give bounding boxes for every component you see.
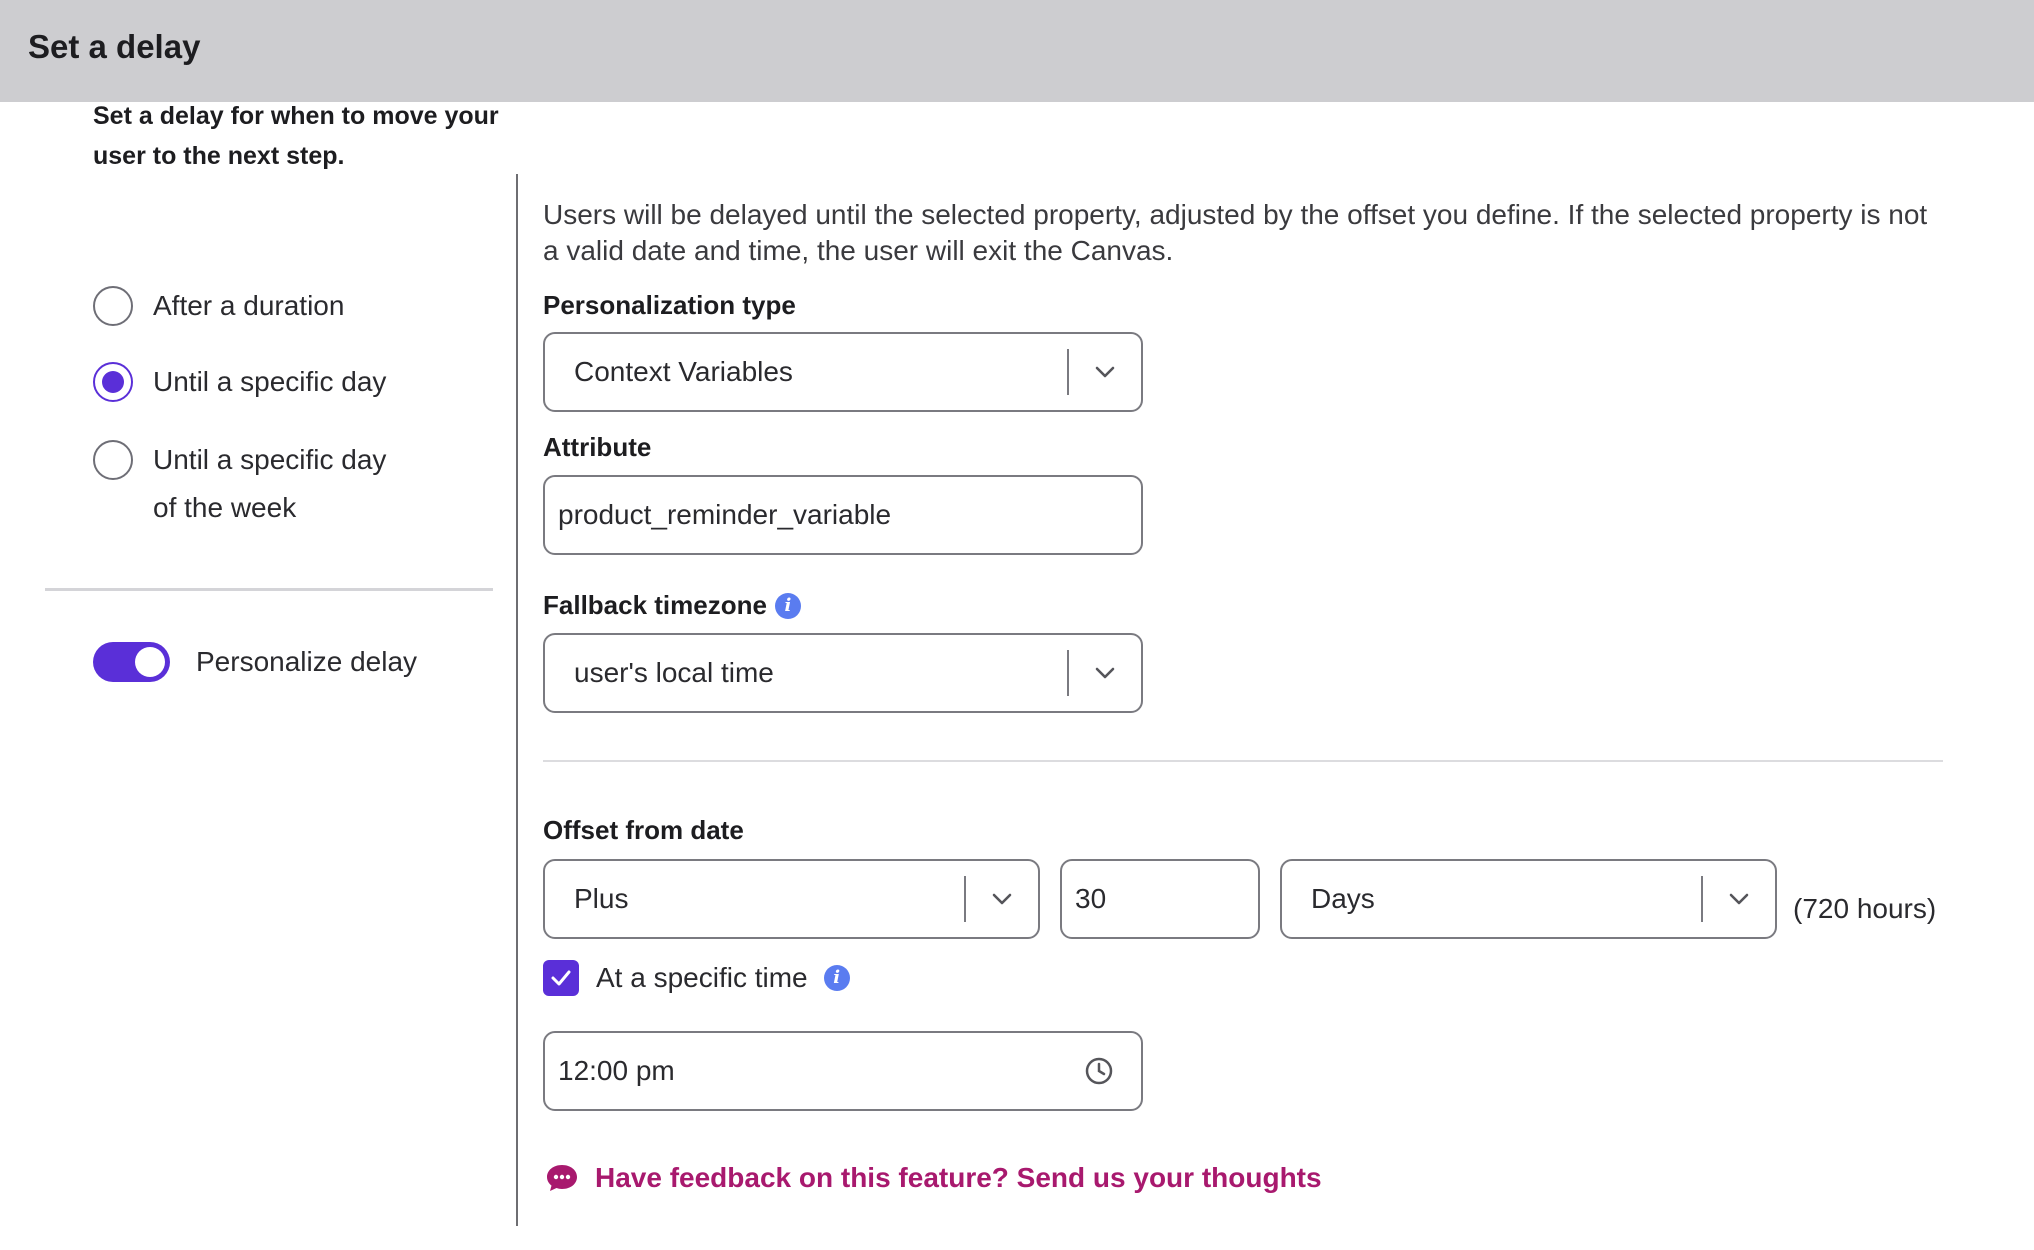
offset-amount-input[interactable]: 30 — [1060, 859, 1260, 939]
radio-until-specific-day[interactable]: Until a specific day — [93, 362, 413, 406]
label-text: Offset from date — [543, 815, 744, 845]
select-value: Days — [1311, 883, 1375, 914]
offset-unit-select[interactable]: Days — [1280, 859, 1777, 939]
personalize-delay-label: Personalize delay — [196, 646, 418, 677]
chevron-down-icon — [966, 887, 1038, 911]
chevron-down-icon — [1069, 360, 1141, 384]
radio-label: Until a specific day — [153, 366, 387, 397]
label-text: Fallback timezone — [543, 590, 767, 620]
feedback-link[interactable]: Have feedback on this feature? Send us y… — [545, 1162, 1322, 1194]
personalization-type-label: Personalization type — [543, 290, 796, 321]
radio-button[interactable] — [93, 286, 133, 326]
personalize-delay-toggle[interactable] — [93, 642, 170, 682]
section-divider — [543, 760, 1943, 762]
chat-bubble-icon — [547, 1165, 577, 1191]
select-value: Plus — [574, 883, 629, 914]
select-value: user's local time — [574, 657, 774, 688]
personalize-delay-row: Personalize delay — [93, 642, 417, 682]
info-icon[interactable]: i — [774, 592, 801, 619]
clock-icon[interactable] — [1069, 1055, 1129, 1087]
label-text: Attribute — [543, 432, 652, 462]
specific-time-label: At a specific time — [596, 962, 808, 993]
checkmark-icon — [551, 970, 571, 986]
offset-direction-select[interactable]: Plus — [543, 859, 1040, 939]
radio-button-selected[interactable] — [93, 362, 133, 402]
chevron-down-icon — [1069, 661, 1141, 685]
feedback-text[interactable]: Have feedback on this feature? Send us y… — [595, 1162, 1322, 1194]
specific-time-row: At a specific time i — [543, 960, 850, 996]
offset-hours-note: (720 hours) — [1793, 893, 1937, 924]
vertical-divider — [516, 174, 518, 1226]
attribute-label: Attribute — [543, 432, 651, 463]
fallback-timezone-label: Fallback timezone i — [543, 590, 801, 621]
specific-time-checkbox[interactable] — [543, 960, 579, 996]
personalization-type-select[interactable]: Context Variables — [543, 332, 1143, 412]
chevron-down-icon — [1703, 887, 1775, 911]
delay-intro-text: Set a delay for when to move your user t… — [93, 102, 499, 170]
info-icon[interactable]: i — [823, 965, 850, 991]
label-text: Personalization type — [543, 290, 796, 320]
time-value: 12:00 pm — [558, 1055, 675, 1086]
radio-label: After a duration — [153, 290, 345, 321]
time-picker-input[interactable]: 12:00 pm — [543, 1031, 1143, 1111]
delay-description: Users will be delayed until the selected… — [543, 199, 1928, 266]
select-value: Context Variables — [574, 356, 793, 387]
modal-title: Set a delay — [28, 28, 201, 65]
radio-label: Until a specific day of the week — [153, 444, 387, 523]
radio-until-day-of-week[interactable]: Until a specific day of the week — [93, 440, 413, 532]
fallback-timezone-select[interactable]: user's local time — [543, 633, 1143, 713]
offset-label: Offset from date — [543, 815, 744, 846]
attribute-input[interactable]: product_reminder_variable — [543, 475, 1143, 555]
modal-header: Set a delay — [0, 0, 2034, 102]
radio-button[interactable] — [93, 440, 133, 480]
radio-after-duration[interactable]: After a duration — [93, 286, 413, 330]
left-divider — [45, 588, 493, 591]
